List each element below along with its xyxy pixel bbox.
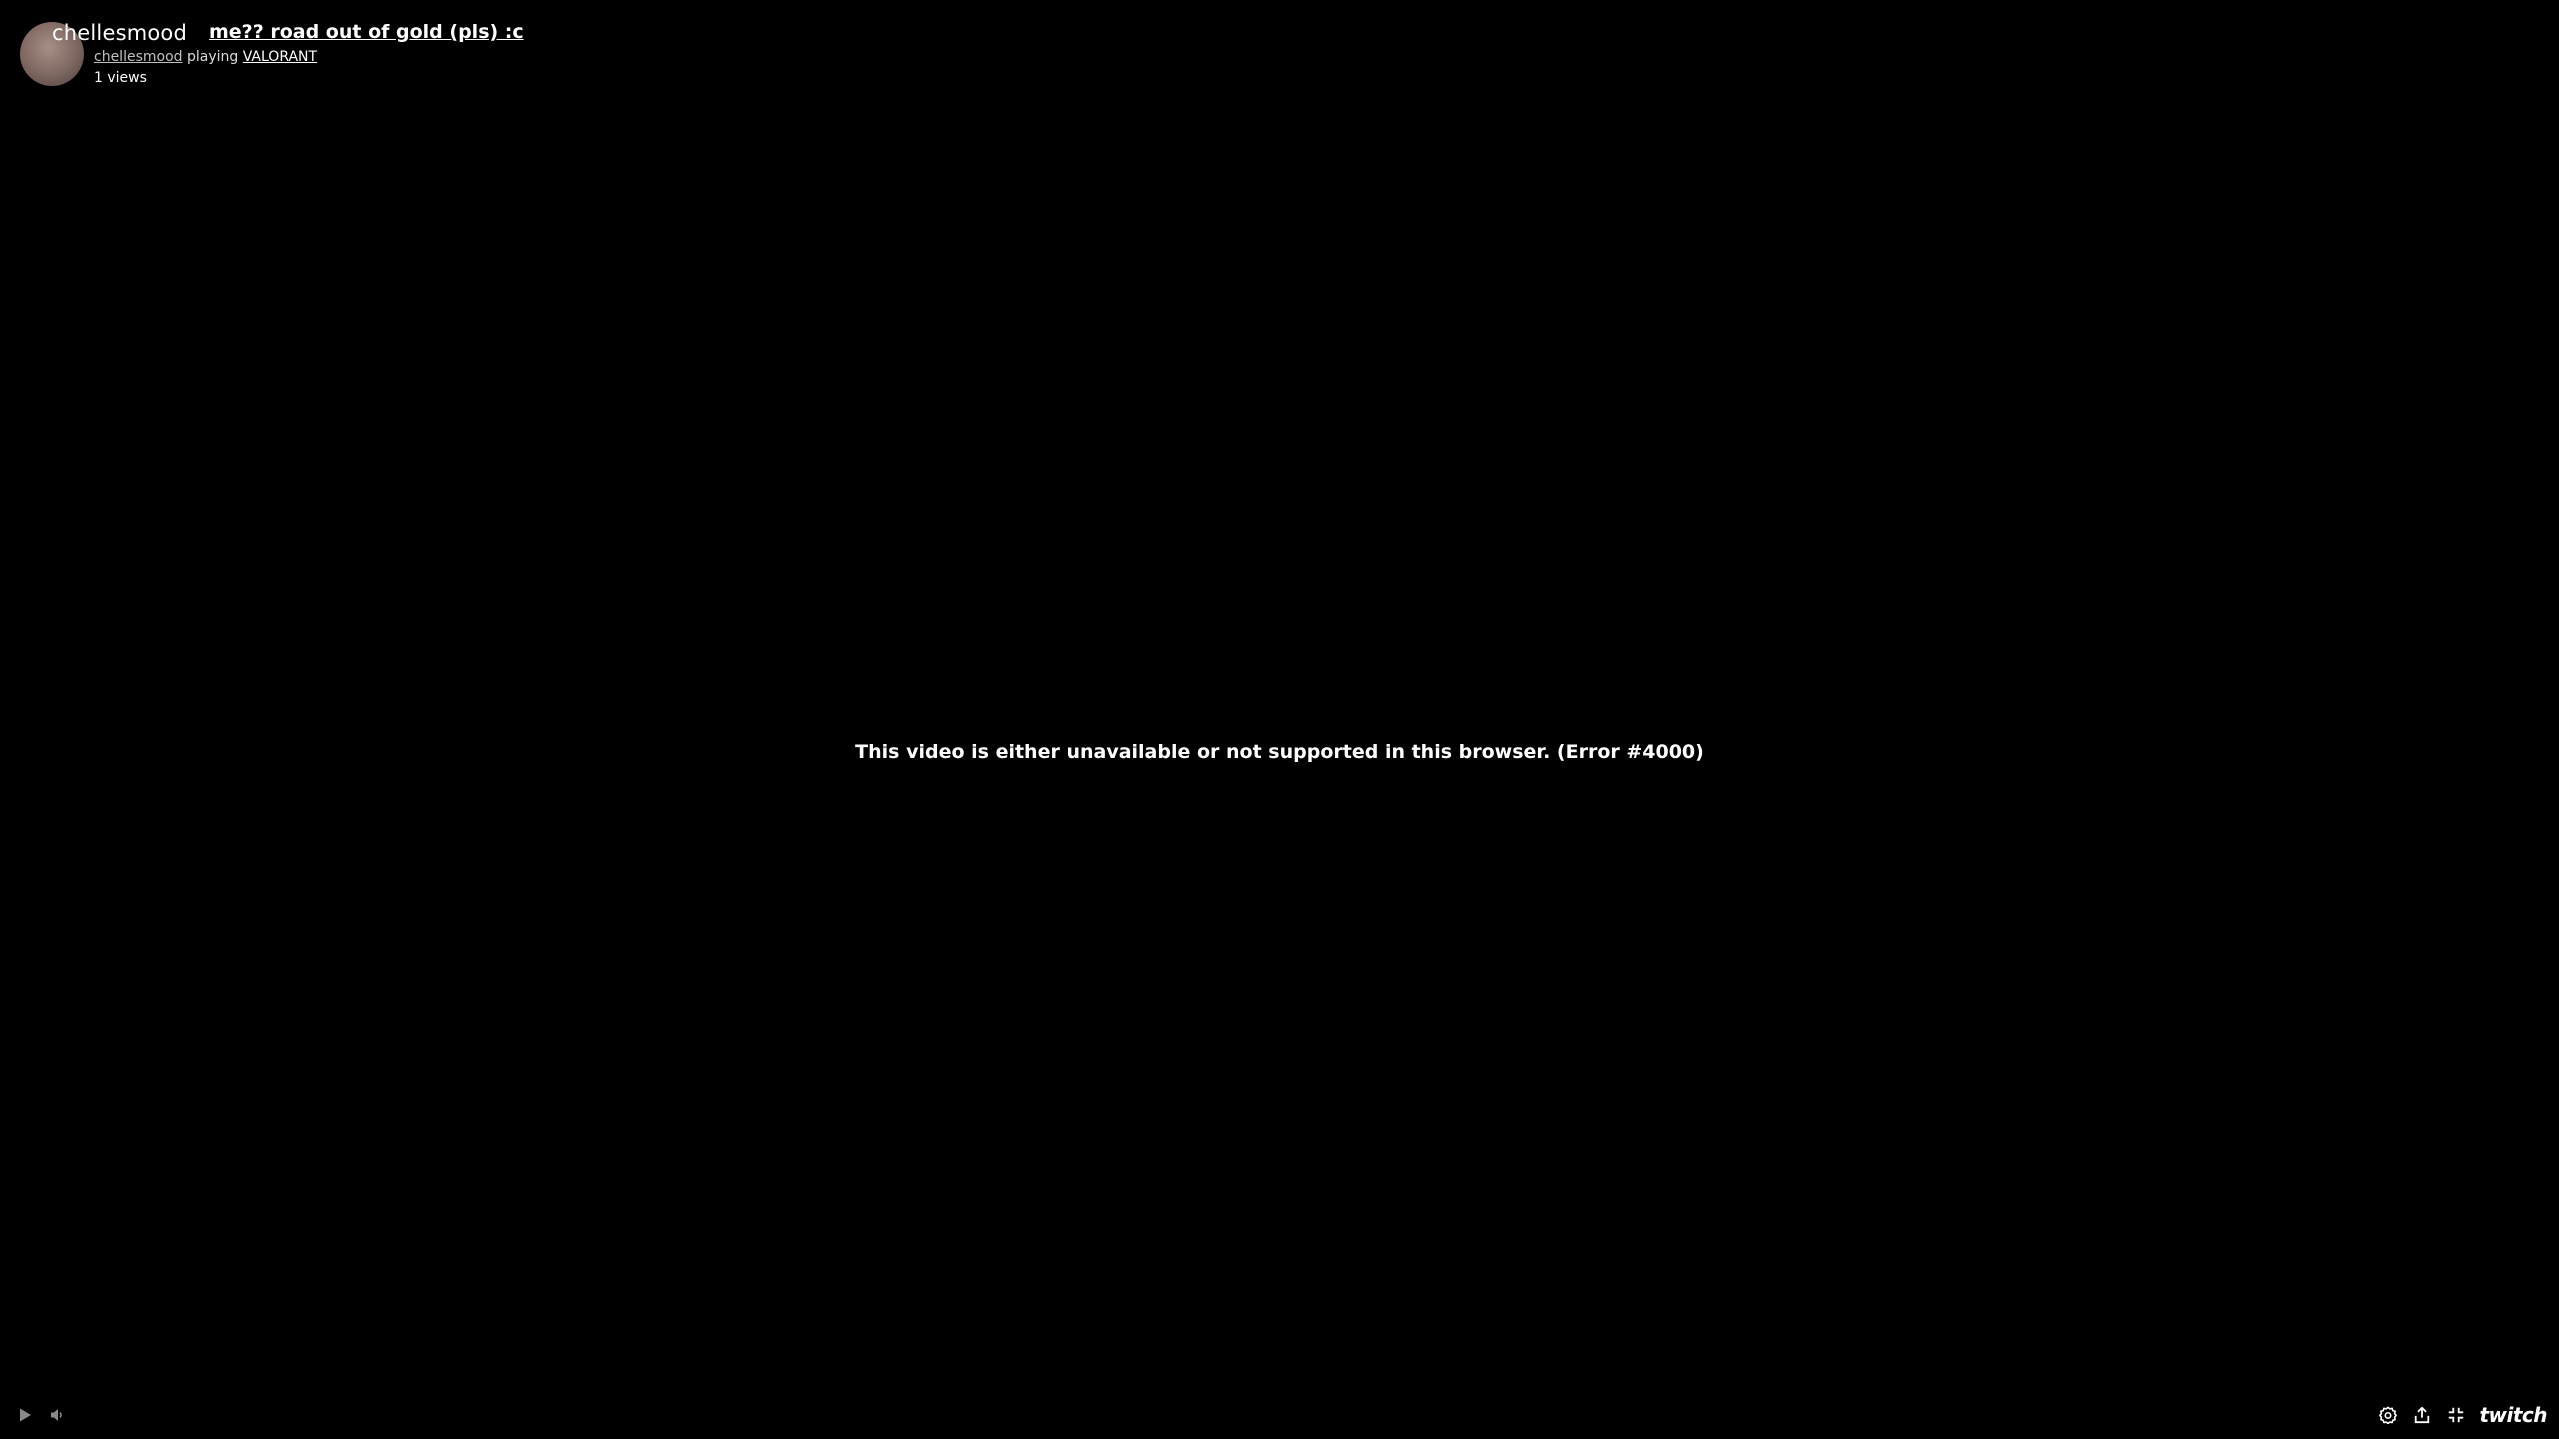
video-info-overlay: chellesmood me?? road out of gold (pls) … bbox=[0, 0, 800, 100]
share-icon bbox=[2415, 1406, 2430, 1424]
fullscreen-exit-button[interactable] bbox=[2445, 1404, 2467, 1426]
settings-button[interactable] bbox=[2377, 1404, 2399, 1426]
game-link[interactable]: VALORANT bbox=[243, 49, 317, 65]
error-message: This video is either unavailable or not … bbox=[855, 741, 1704, 763]
twitch-logo[interactable]: twitch bbox=[2479, 1404, 2547, 1426]
player-controls-left bbox=[14, 1402, 68, 1428]
volume-icon bbox=[51, 1409, 62, 1421]
video-meta-line: chellesmood playing VALORANT bbox=[94, 48, 317, 66]
channel-name: chellesmood bbox=[52, 21, 187, 45]
player-controls-right: twitch bbox=[2377, 1402, 2547, 1428]
view-count: 1 views bbox=[94, 70, 147, 86]
fullscreen-exit-icon bbox=[2449, 1407, 2464, 1423]
streamer-link[interactable]: chellesmood bbox=[94, 49, 183, 65]
share-button[interactable] bbox=[2411, 1404, 2433, 1426]
gear-icon bbox=[2379, 1406, 2398, 1424]
play-icon bbox=[20, 1408, 31, 1422]
play-button[interactable] bbox=[14, 1404, 36, 1426]
video-player[interactable]: chellesmood me?? road out of gold (pls) … bbox=[0, 0, 2559, 1439]
playing-label: playing bbox=[186, 49, 239, 65]
volume-button[interactable] bbox=[46, 1404, 68, 1426]
video-title-link[interactable]: me?? road out of gold (pls) :c bbox=[209, 21, 524, 43]
